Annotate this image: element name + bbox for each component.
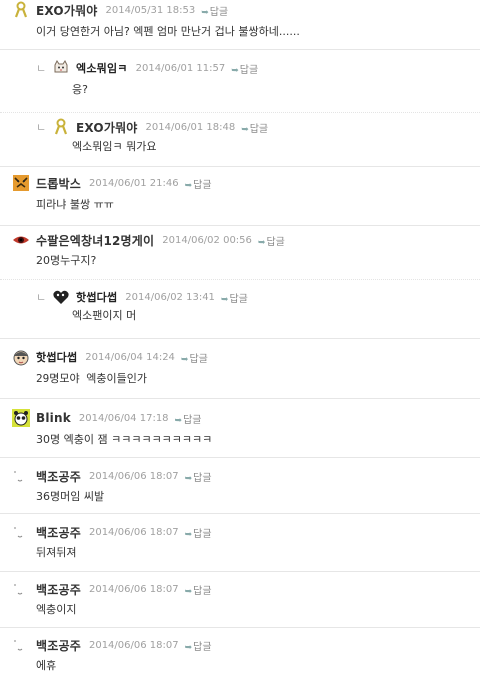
comment-list: EXO가뭐야 2014/05/31 18:53 ➥답글 이거 당연한거 아님? … bbox=[0, 0, 480, 672]
reply-button[interactable]: ➥답글 bbox=[231, 61, 258, 76]
comment-author[interactable]: 핫썹다썹 bbox=[36, 349, 77, 365]
reply-button[interactable]: ➥답글 bbox=[185, 525, 212, 540]
reply-button[interactable]: ➥답글 bbox=[241, 120, 268, 135]
reply-indent-icon: ㄴ bbox=[36, 291, 47, 304]
comment-date: 2014/06/01 18:48 bbox=[145, 121, 236, 133]
comment-text: 피라냐 불쌍 ㅠㅠ bbox=[36, 198, 114, 211]
reply-button[interactable]: ➥답글 bbox=[185, 176, 212, 191]
smile-icon bbox=[12, 467, 30, 485]
comment-author[interactable]: 백조공주 bbox=[36, 524, 81, 541]
comment-item: 수팔은엑창녀12명게이 2014/06/02 00:56 ➥답글 20명누구지? bbox=[0, 226, 480, 280]
reply-arrow-icon: ➥ bbox=[241, 124, 249, 135]
comment-text: 29명모야 엑충이들인가 bbox=[36, 372, 147, 385]
face-icon bbox=[12, 348, 30, 366]
comment-author[interactable]: 백조공주 bbox=[36, 637, 81, 654]
comment-author[interactable]: 백조공주 bbox=[36, 581, 81, 598]
comment-author[interactable]: 핫썹다썹 bbox=[76, 289, 117, 305]
smile-icon bbox=[12, 580, 30, 598]
comment-date: 2014/06/06 18:07 bbox=[88, 470, 179, 482]
smile-icon bbox=[12, 523, 30, 541]
comment-item: 핫썹다썹 2014/06/04 14:24 ➥답글 29명모야 엑충이들인가 bbox=[0, 339, 480, 399]
panda-icon bbox=[12, 409, 30, 427]
comment-text: 30명 엑충이 잼 ㅋㅋㅋㅋㅋㅋㅋㅋㅋㅋ bbox=[36, 433, 213, 446]
comment-date: 2014/06/04 17:18 bbox=[78, 412, 169, 424]
comment-date: 2014/06/06 18:07 bbox=[88, 583, 179, 595]
cat-icon bbox=[52, 59, 70, 77]
comment-text: 에휴 bbox=[36, 659, 57, 672]
comment-author[interactable]: 엑소뭐임ㅋ bbox=[76, 60, 128, 76]
reply-button[interactable]: ➥답글 bbox=[185, 469, 212, 484]
reply-button[interactable]: ➥답글 bbox=[221, 290, 248, 305]
comment-date: 2014/06/06 18:07 bbox=[88, 639, 179, 651]
comment-reply-item: ㄴ EXO가뭐야 2014/06/01 18:48 ➥답글 엑소뭐임ㅋ 뭐가요 bbox=[0, 113, 480, 167]
reply-arrow-icon: ➥ bbox=[184, 586, 193, 597]
reply-arrow-icon: ➥ bbox=[220, 294, 229, 305]
comment-date: 2014/06/06 18:07 bbox=[88, 526, 179, 538]
reply-arrow-icon: ➥ bbox=[201, 7, 209, 18]
comment-text: 36명머임 씨발 bbox=[36, 490, 105, 503]
eye-icon bbox=[12, 231, 30, 249]
comment-date: 2014/06/01 21:46 bbox=[88, 177, 179, 189]
comment-item: Blink 2014/06/04 17:18 ➥답글 30명 엑충이 잼 ㅋㅋㅋ… bbox=[0, 399, 480, 458]
tiger-icon bbox=[12, 174, 30, 192]
reply-arrow-icon: ➥ bbox=[184, 529, 193, 540]
comment-text: 엑소뭐임ㅋ 뭐가요 bbox=[72, 140, 157, 153]
reply-arrow-icon: ➥ bbox=[180, 354, 189, 365]
reply-arrow-icon: ➥ bbox=[184, 642, 193, 653]
comment-date: 2014/06/02 13:41 bbox=[125, 291, 215, 303]
reply-button[interactable]: ➥답글 bbox=[258, 233, 285, 248]
comment-date: 2014/06/02 00:56 bbox=[162, 234, 252, 246]
reply-button[interactable]: ➥답글 bbox=[185, 638, 212, 653]
comment-item: 백조공주 2014/06/06 18:07 ➥답글 뒤져뒤져 bbox=[0, 514, 480, 572]
comment-text: 뒤져뒤져 bbox=[36, 546, 77, 559]
reply-button[interactable]: ➥답글 bbox=[181, 350, 208, 365]
comment-author[interactable]: 수팔은엑창녀12명게이 bbox=[36, 232, 154, 249]
comment-reply-item: ㄴ 엑소뭐임ㅋ 2014/06/01 11:57 ➥답글 응? bbox=[0, 50, 480, 113]
comment-text: 응? bbox=[72, 83, 88, 96]
comment-reply-item: ㄴ 핫썹다썹 2014/06/02 13:41 ➥답글 엑소팬이지 머 bbox=[0, 280, 480, 339]
reply-arrow-icon: ➥ bbox=[231, 65, 239, 76]
reply-arrow-icon: ➥ bbox=[184, 473, 193, 484]
comment-author[interactable]: Blink bbox=[36, 411, 71, 425]
comment-text: 엑충이지 bbox=[36, 603, 77, 616]
ribbon-icon bbox=[52, 118, 70, 136]
reply-button[interactable]: ➥답글 bbox=[185, 582, 212, 597]
comment-item: EXO가뭐야 2014/05/31 18:53 ➥답글 이거 당연한거 아님? … bbox=[0, 0, 480, 50]
comment-date: 2014/06/04 14:24 bbox=[85, 351, 175, 363]
reply-arrow-icon: ➥ bbox=[174, 415, 183, 426]
comment-item: 백조공주 2014/06/06 18:07 ➥답글 36명머임 씨발 bbox=[0, 458, 480, 514]
ribbon-icon bbox=[12, 1, 30, 19]
comment-author[interactable]: EXO가뭐야 bbox=[76, 119, 138, 136]
comment-date: 2014/05/31 18:53 bbox=[105, 4, 196, 16]
reply-button[interactable]: ➥답글 bbox=[201, 3, 228, 18]
smile-icon bbox=[12, 636, 30, 654]
comment-author[interactable]: 백조공주 bbox=[36, 468, 81, 485]
reply-arrow-icon: ➥ bbox=[257, 237, 266, 248]
reply-button[interactable]: ➥답글 bbox=[175, 411, 202, 426]
comment-text: 이거 당연한거 아님? 엑펜 엄마 만난거 겁나 불쌍하네...... bbox=[36, 25, 300, 38]
comment-item: 드롭박스 2014/06/01 21:46 ➥답글 피라냐 불쌍 ㅠㅠ bbox=[0, 167, 480, 226]
reply-arrow-icon: ➥ bbox=[184, 180, 193, 191]
comment-author[interactable]: 드롭박스 bbox=[36, 175, 81, 192]
reply-indent-icon: ㄴ bbox=[36, 62, 47, 75]
comment-item: 백조공주 2014/06/06 18:07 ➥답글 엑충이지 bbox=[0, 572, 480, 628]
comment-item: 백조공주 2014/06/06 18:07 ➥답글 에휴 bbox=[0, 628, 480, 672]
heart-icon bbox=[52, 288, 70, 306]
comment-text: 20명누구지? bbox=[36, 254, 97, 267]
comment-date: 2014/06/01 11:57 bbox=[135, 62, 226, 74]
reply-indent-icon: ㄴ bbox=[36, 121, 47, 134]
comment-text: 엑소팬이지 머 bbox=[72, 309, 137, 322]
comment-author[interactable]: EXO가뭐야 bbox=[36, 2, 98, 19]
